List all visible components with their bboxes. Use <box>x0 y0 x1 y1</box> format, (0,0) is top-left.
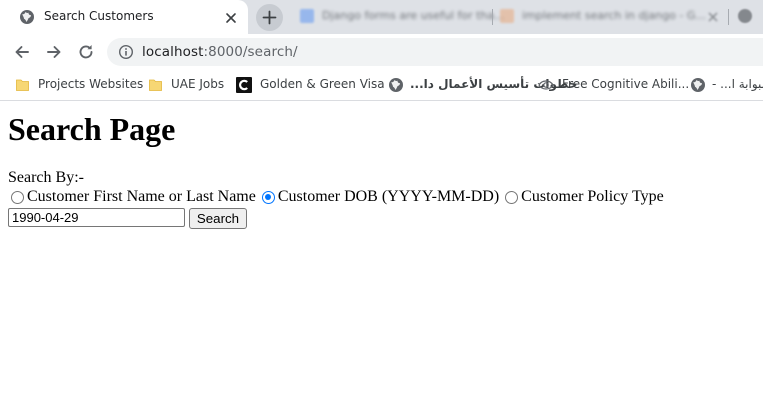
tab-title: Search Customers <box>44 9 154 23</box>
globe-icon <box>388 77 404 93</box>
bookmark-label: Free Cognitive Abili... <box>562 77 690 91</box>
search-by-options: Customer First Name or Last Name Custome… <box>11 188 670 206</box>
bookmark-label: Golden & Green Visa <box>260 77 385 91</box>
plus-icon <box>262 10 277 25</box>
globe-icon <box>690 77 706 93</box>
tab-separator <box>492 9 493 25</box>
tab-search-customers[interactable]: Search Customers <box>0 0 248 34</box>
bookmark-label: البوابة ا... - <box>712 77 763 91</box>
address-bar[interactable]: localhost:8000/search/ <box>107 38 763 66</box>
bookmark-label: Projects Websites <box>38 77 144 91</box>
url-host: localhost <box>142 44 204 60</box>
tab-separator <box>728 9 729 25</box>
globe-icon <box>19 9 35 25</box>
search-by-label: Search By:- <box>8 169 84 186</box>
background-tab[interactable] <box>738 6 763 28</box>
info-icon[interactable] <box>118 44 134 60</box>
search-button[interactable]: Search <box>189 208 247 229</box>
folder-icon <box>15 77 31 93</box>
bookmarks-bar: Projects Websites UAE Jobs Golden & Gree… <box>0 70 763 101</box>
background-tab[interactable]: implement search in django - G... <box>500 6 725 28</box>
eye-icon <box>538 77 554 93</box>
background-tab-title: Django forms are useful for tha... <box>322 9 505 22</box>
radio-label-dob[interactable]: Customer DOB (YYYY-MM-DD) <box>278 188 499 206</box>
folder-icon <box>148 77 164 93</box>
url-text[interactable]: localhost:8000/search/ <box>142 44 298 60</box>
search-input[interactable] <box>8 208 185 227</box>
background-tab[interactable]: Django forms are useful for tha... <box>300 6 505 28</box>
close-icon[interactable] <box>222 9 240 27</box>
new-tab-button[interactable] <box>256 4 283 31</box>
bookmark-label: UAE Jobs <box>171 77 225 91</box>
radio-name[interactable] <box>11 190 24 204</box>
arrow-left-icon[interactable] <box>12 42 32 62</box>
url-path: :8000/search/ <box>203 44 298 60</box>
favicon-icon <box>500 9 514 23</box>
radio-label-name[interactable]: Customer First Name or Last Name <box>27 188 256 206</box>
browser-toolbar: localhost:8000/search/ <box>0 34 763 70</box>
tab-strip: Search Customers Django forms are useful… <box>0 0 763 34</box>
radio-dob[interactable] <box>261 190 275 204</box>
close-icon[interactable] <box>706 9 720 23</box>
background-tab-title: implement search in django - G... <box>522 9 706 22</box>
page-title: Search Page <box>8 111 176 147</box>
favicon-icon <box>300 9 314 23</box>
page-content: Search Page Search By:- Customer First N… <box>0 101 763 415</box>
favicon-icon <box>738 9 752 23</box>
radio-label-policy-type[interactable]: Customer Policy Type <box>521 188 664 206</box>
arrow-right-icon[interactable] <box>44 42 64 62</box>
c-logo-icon <box>236 77 252 93</box>
reload-icon[interactable] <box>76 42 96 62</box>
radio-policy-type[interactable] <box>505 190 519 204</box>
